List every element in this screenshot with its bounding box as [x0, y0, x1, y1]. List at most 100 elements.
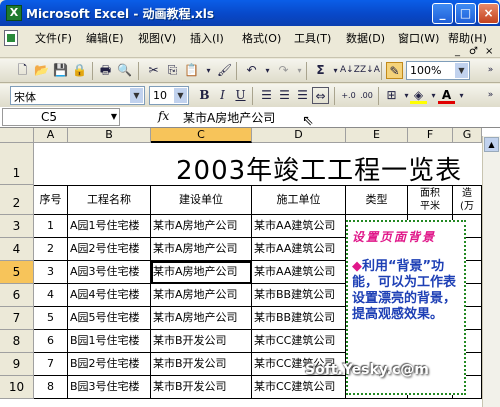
table-cell[interactable]: 某市AA建筑公司 [252, 238, 346, 261]
select-all-corner[interactable] [0, 128, 34, 143]
column-header-c[interactable]: C [151, 128, 252, 143]
menu-insert[interactable]: 插入(I) [190, 30, 224, 46]
menu-data[interactable]: 数据(D) [346, 30, 385, 46]
doc-minimize-button[interactable]: _ [455, 46, 460, 57]
active-cell[interactable]: 某市A房地产公司 [151, 261, 252, 284]
table-cell[interactable]: 某市A房地产公司 [151, 307, 252, 330]
header-cell[interactable]: 建设单位 [151, 185, 252, 215]
font-size-select[interactable]: 10 ▼ [149, 86, 189, 105]
chevron-down-icon[interactable]: ▼ [455, 63, 468, 78]
table-cell[interactable]: 某市B开发公司 [151, 330, 252, 353]
row-header-10[interactable]: 10 [0, 376, 34, 399]
insert-function-icon[interactable]: fx [158, 109, 169, 123]
toolbar-options-icon[interactable]: » [482, 62, 499, 79]
underline-button[interactable]: U [232, 87, 249, 104]
new-icon[interactable]: 🗋 [14, 62, 31, 79]
header-cell[interactable]: 面积 平米 [408, 185, 453, 215]
paste-dropdown-icon[interactable]: ▾ [200, 62, 217, 79]
save-icon[interactable]: 💾 [52, 62, 69, 79]
table-cell[interactable]: B园1号住宅楼 [68, 330, 151, 353]
table-cell[interactable]: B园3号住宅楼 [68, 376, 151, 399]
permission-icon[interactable]: 🔒 [71, 62, 88, 79]
font-color-dropdown-icon[interactable]: ▾ [453, 87, 470, 104]
bold-button[interactable]: B [196, 87, 213, 104]
table-cell[interactable]: 某市B开发公司 [151, 353, 252, 376]
column-header-d[interactable]: D [252, 128, 346, 143]
undo-icon[interactable]: ↶ [243, 62, 260, 79]
redo-icon[interactable]: ↷ [275, 62, 292, 79]
toolbar-options-icon[interactable]: » [482, 87, 499, 104]
table-cell[interactable]: 某市A房地产公司 [151, 238, 252, 261]
doc-close-button[interactable]: × [485, 46, 493, 57]
table-cell[interactable]: A园3号住宅楼 [68, 261, 151, 284]
menu-tools[interactable]: 工具(T) [294, 30, 331, 46]
doc-restore-button[interactable]: ♂ [469, 46, 478, 57]
merge-center-icon[interactable]: ⇔ [312, 87, 329, 104]
close-button[interactable]: × [478, 3, 499, 24]
chevron-down-icon[interactable]: ▼ [174, 88, 187, 103]
maximize-button[interactable]: □ [455, 3, 476, 24]
italic-button[interactable]: I [214, 87, 231, 104]
minimize-button[interactable]: _ [432, 3, 453, 24]
scroll-up-arrow-icon[interactable]: ▲ [484, 137, 499, 152]
column-header-g[interactable]: G [453, 128, 482, 143]
row-header-1[interactable]: 1 [0, 143, 34, 185]
table-cell[interactable]: 5 [34, 307, 68, 330]
table-cell[interactable]: 某市B开发公司 [151, 376, 252, 399]
sort-descending-icon[interactable]: Z↓A [360, 62, 380, 79]
column-header-f[interactable]: F [408, 128, 453, 143]
vertical-scrollbar[interactable]: ▲ [482, 136, 500, 407]
table-cell[interactable]: 某市A房地产公司 [151, 284, 252, 307]
table-cell[interactable]: 4 [34, 284, 68, 307]
table-cell[interactable]: 3 [34, 261, 68, 284]
header-cell[interactable]: 序号 [34, 185, 68, 215]
decrease-decimal-icon[interactable]: .00 [358, 87, 375, 104]
table-cell[interactable]: A园1号住宅楼 [68, 215, 151, 238]
table-cell[interactable]: 某市A房地产公司 [151, 215, 252, 238]
table-cell[interactable]: 某市AA建筑公司 [252, 261, 346, 284]
row-header-8[interactable]: 8 [0, 330, 34, 353]
row-header-9[interactable]: 9 [0, 353, 34, 376]
menu-window[interactable]: 窗口(W) [398, 30, 439, 46]
menu-format[interactable]: 格式(O) [242, 30, 281, 46]
column-header-b[interactable]: B [68, 128, 151, 143]
menu-view[interactable]: 视图(V) [138, 30, 176, 46]
menu-file[interactable]: 文件(F) [35, 30, 72, 46]
excel-app-icon[interactable]: X [6, 5, 22, 21]
formula-input[interactable]: 某市A房地产公司 [183, 109, 275, 126]
menu-help[interactable]: 帮助(H) [448, 30, 487, 46]
header-cell[interactable]: 造 (万 [453, 185, 482, 215]
menu-edit[interactable]: 编辑(E) [86, 30, 124, 46]
row-header-6[interactable]: 6 [0, 284, 34, 307]
copy-icon[interactable]: ⎘ [164, 62, 181, 79]
workbook-icon[interactable] [4, 30, 18, 46]
format-painter-icon[interactable]: 🖌 [216, 62, 233, 79]
table-cell[interactable]: 1 [34, 215, 68, 238]
table-cell[interactable]: 2 [34, 238, 68, 261]
print-preview-icon[interactable]: 🔍 [116, 62, 133, 79]
align-center-icon[interactable]: ☰ [276, 87, 293, 104]
table-cell[interactable]: 7 [34, 353, 68, 376]
column-header-a[interactable]: A [34, 128, 68, 143]
table-cell[interactable]: 某市CC建筑公司 [252, 376, 346, 399]
increase-decimal-icon[interactable]: +.0 [340, 87, 357, 104]
undo-dropdown-icon[interactable]: ▾ [259, 62, 276, 79]
paste-icon[interactable]: 📋 [183, 62, 200, 79]
column-header-e[interactable]: E [346, 128, 408, 143]
open-icon[interactable]: 📂 [33, 62, 50, 79]
row-header-5[interactable]: 5 [0, 261, 34, 284]
table-cell[interactable]: 8 [34, 376, 68, 399]
row-header-4[interactable]: 4 [0, 238, 34, 261]
table-cell[interactable]: A园5号住宅楼 [68, 307, 151, 330]
font-select[interactable]: 宋体 ▼ [10, 86, 145, 105]
table-cell[interactable]: B园2号住宅楼 [68, 353, 151, 376]
cut-icon[interactable]: ✂ [145, 62, 162, 79]
row-header-2[interactable]: 2 [0, 185, 34, 215]
print-icon[interactable]: 🖶 [97, 62, 114, 79]
header-cell[interactable]: 施工单位 [252, 185, 346, 215]
align-right-icon[interactable]: ☰ [294, 87, 311, 104]
name-box[interactable]: C5 ▼ [2, 108, 120, 126]
table-cell[interactable]: 某市BB建筑公司 [252, 307, 346, 330]
chevron-down-icon[interactable]: ▼ [111, 112, 117, 121]
row-header-7[interactable]: 7 [0, 307, 34, 330]
